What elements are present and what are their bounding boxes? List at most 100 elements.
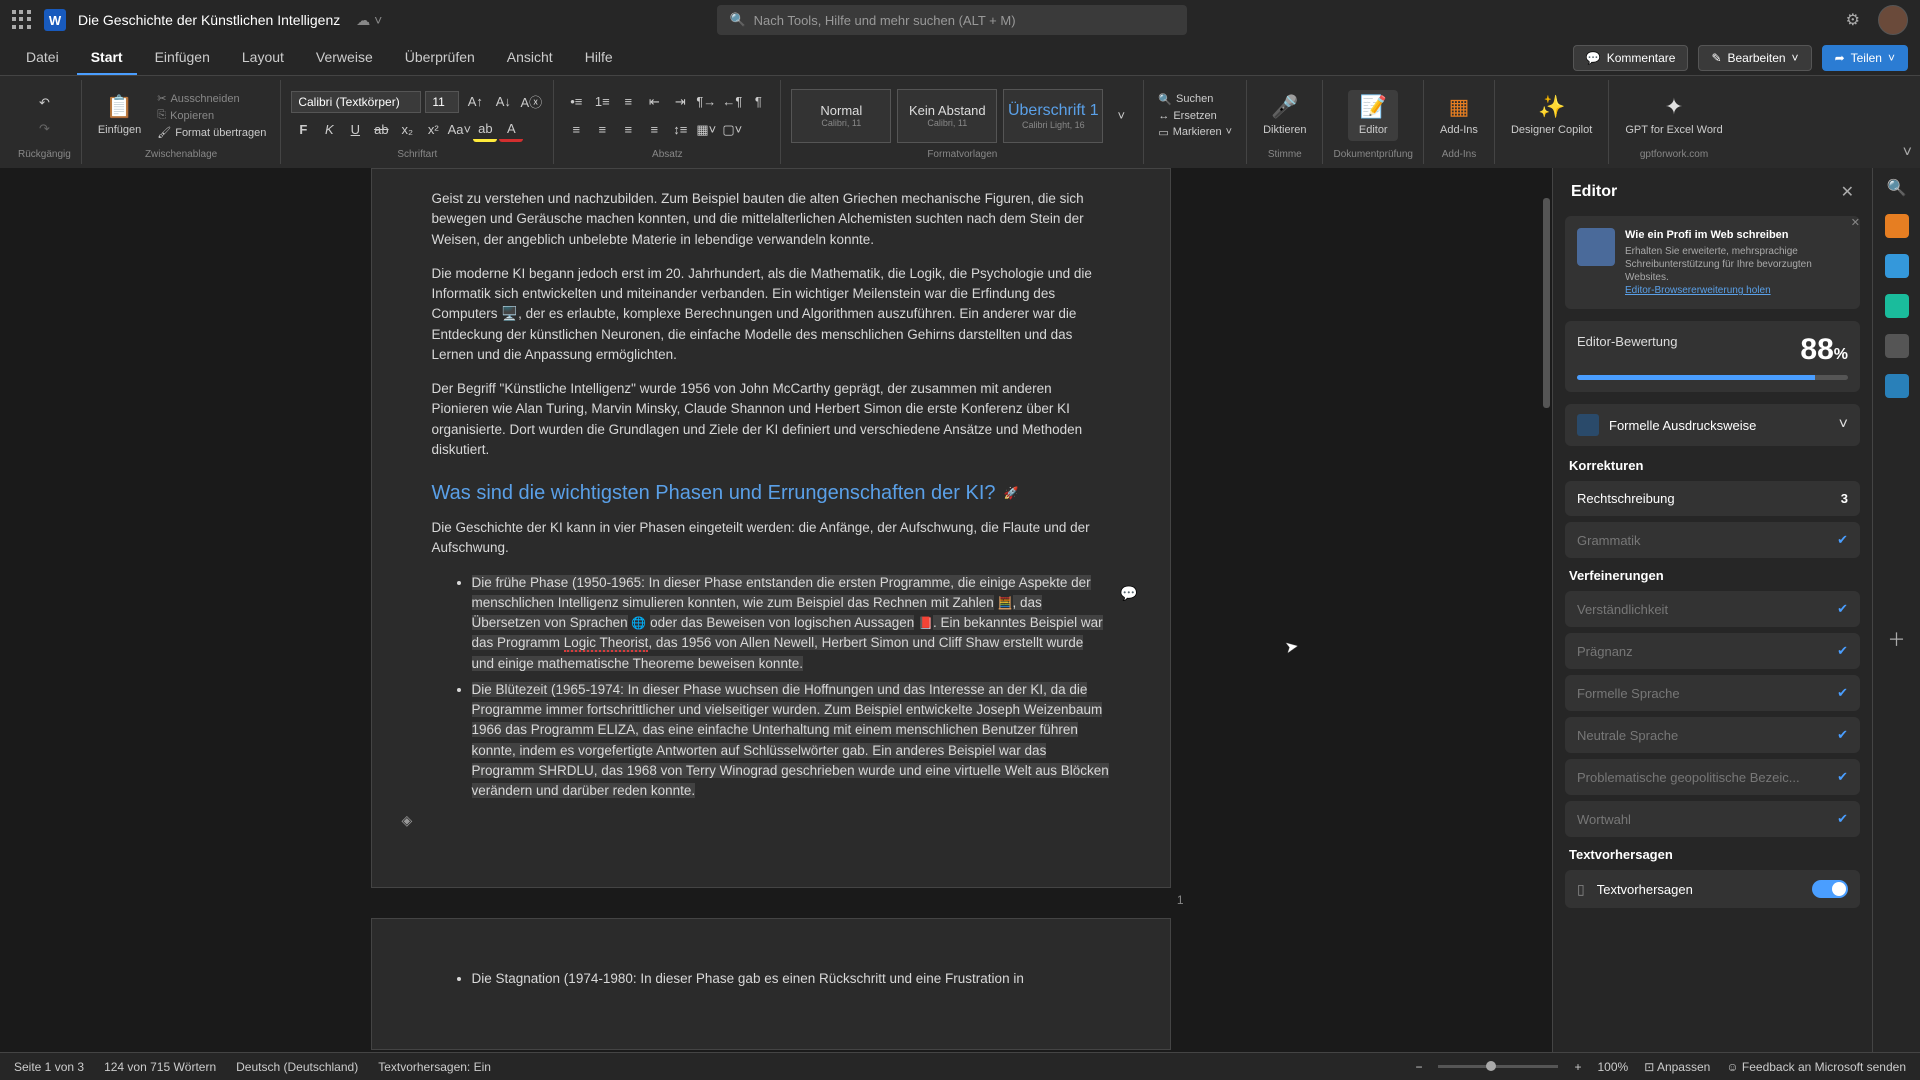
increase-font-button[interactable]: A↑ — [463, 90, 487, 114]
rail-app-3[interactable] — [1885, 294, 1909, 318]
redo-button[interactable]: ↷ — [32, 117, 56, 141]
list-item[interactable]: Die Blütezeit (1965-1974: In dieser Phas… — [472, 680, 1110, 802]
promo-link[interactable]: Editor-Browsererweiterung holen — [1625, 285, 1771, 296]
shading-button[interactable]: ▦˅ — [694, 118, 718, 142]
strike-button[interactable]: ab — [369, 118, 393, 142]
tab-einfuegen[interactable]: Einfügen — [141, 41, 224, 75]
justify-button[interactable]: ≡ — [642, 118, 666, 142]
font-size-combo[interactable]: 11 — [425, 91, 459, 113]
replace-button[interactable]: ↔ Ersetzen — [1154, 109, 1220, 123]
list-item[interactable]: Die Stagnation (1974-1980: In dieser Pha… — [472, 969, 1110, 989]
copilot-indicator-icon[interactable]: ◈ — [402, 810, 413, 831]
tab-layout[interactable]: Layout — [228, 41, 298, 75]
zoom-in-button[interactable]: + — [1574, 1060, 1581, 1074]
list-item[interactable]: Die frühe Phase (1950-1965: In dieser Ph… — [472, 573, 1110, 674]
status-words[interactable]: 124 von 715 Wörtern — [104, 1060, 216, 1074]
rail-app-5[interactable] — [1885, 374, 1909, 398]
tab-ansicht[interactable]: Ansicht — [493, 41, 567, 75]
status-predictions[interactable]: Textvorhersagen: Ein — [378, 1060, 491, 1074]
edit-mode-button[interactable]: ✎ Bearbeiten ˅ — [1698, 45, 1811, 71]
clear-format-button[interactable]: Aⓧ — [519, 90, 543, 114]
settings-icon[interactable]: ⚙ — [1846, 10, 1860, 30]
undo-button[interactable]: ↶ — [32, 91, 56, 115]
bold-button[interactable]: F — [291, 118, 315, 142]
refinement-clarity[interactable]: Verständlichkeit✔ — [1565, 591, 1860, 627]
change-case-button[interactable]: Aa˅ — [447, 118, 471, 142]
tab-verweise[interactable]: Verweise — [302, 41, 387, 75]
zoom-slider[interactable] — [1438, 1065, 1558, 1068]
heading-phases[interactable]: Was sind die wichtigsten Phasen und Erru… — [432, 478, 1110, 508]
select-button[interactable]: ▭ Markieren ˅ — [1154, 125, 1236, 140]
dictate-button[interactable]: 🎤 Diktieren — [1257, 90, 1312, 140]
indent-button[interactable]: ⇥ — [668, 90, 692, 114]
tab-start[interactable]: Start — [77, 41, 137, 75]
vertical-scrollbar[interactable] — [1541, 168, 1552, 1052]
highlight-button[interactable]: ab — [473, 118, 497, 142]
rtl-button[interactable]: ←¶ — [720, 90, 744, 114]
rail-search-icon[interactable]: 🔍 — [1887, 178, 1907, 198]
refinement-concise[interactable]: Prägnanz✔ — [1565, 633, 1860, 669]
rail-app-2[interactable] — [1885, 254, 1909, 278]
comment-indicator-icon[interactable]: 💬 — [1120, 583, 1137, 604]
refinement-geopolitical[interactable]: Problematische geopolitische Bezeic...✔ — [1565, 759, 1860, 795]
status-page[interactable]: Seite 1 von 3 — [14, 1060, 84, 1074]
document-title[interactable]: Die Geschichte der Künstlichen Intellige… — [78, 12, 340, 28]
editor-button[interactable]: 📝 Editor — [1348, 90, 1398, 140]
gpt-button[interactable]: ✦ GPT for Excel Word — [1619, 90, 1728, 140]
rail-app-1[interactable] — [1885, 214, 1909, 238]
profile-avatar[interactable] — [1878, 5, 1908, 35]
styles-more-button[interactable]: ˅ — [1109, 104, 1133, 128]
search-input[interactable]: 🔍 Nach Tools, Hilfe und mehr suchen (ALT… — [717, 5, 1187, 35]
align-right-button[interactable]: ≡ — [616, 118, 640, 142]
numbering-button[interactable]: 1≡ — [590, 90, 614, 114]
spelling-row[interactable]: Rechtschreibung 3 — [1565, 481, 1860, 516]
rail-add-icon[interactable]: ＋ — [1888, 626, 1906, 652]
designer-button[interactable]: ✨ Designer Copilot — [1505, 90, 1598, 140]
italic-button[interactable]: K — [317, 118, 341, 142]
font-name-combo[interactable]: Calibri (Textkörper) — [291, 91, 421, 113]
cloud-saved-icon[interactable]: ☁ ˅ — [356, 12, 382, 29]
font-color-button[interactable]: A — [499, 118, 523, 142]
refinement-wordchoice[interactable]: Wortwahl✔ — [1565, 801, 1860, 837]
superscript-button[interactable]: x² — [421, 118, 445, 142]
dismiss-promo-button[interactable]: ✕ — [1851, 216, 1860, 229]
writing-style-select[interactable]: Formelle Ausdrucksweise ˅ — [1565, 404, 1860, 446]
borders-button[interactable]: ▢˅ — [720, 118, 744, 142]
scrollbar-thumb[interactable] — [1543, 198, 1550, 408]
line-spacing-button[interactable]: ↕≡ — [668, 118, 692, 142]
outdent-button[interactable]: ⇤ — [642, 90, 666, 114]
text-predictions-toggle[interactable] — [1812, 880, 1848, 898]
share-button[interactable]: ➦ Teilen ˅ — [1822, 45, 1908, 71]
zoom-out-button[interactable]: − — [1415, 1060, 1422, 1074]
status-language[interactable]: Deutsch (Deutschland) — [236, 1060, 358, 1074]
find-button[interactable]: 🔍 Suchen — [1154, 92, 1217, 107]
ribbon-collapse-button[interactable]: ˅ — [1903, 144, 1912, 162]
fit-button[interactable]: ⊡ Anpassen — [1644, 1060, 1710, 1074]
refinement-formal[interactable]: Formelle Sprache✔ — [1565, 675, 1860, 711]
refinement-neutral[interactable]: Neutrale Sprache✔ — [1565, 717, 1860, 753]
tab-hilfe[interactable]: Hilfe — [571, 41, 627, 75]
copy-button[interactable]: ⎘ Kopieren — [153, 108, 218, 123]
body-text[interactable]: Der Begriff "Künstliche Intelligenz" wur… — [432, 379, 1110, 460]
ltr-button[interactable]: ¶→ — [694, 90, 718, 114]
body-text[interactable]: Die moderne KI begann jedoch erst im 20.… — [432, 264, 1110, 365]
style-heading1[interactable]: Überschrift 1 Calibri Light, 16 — [1003, 89, 1103, 143]
underline-button[interactable]: U — [343, 118, 367, 142]
grammar-row[interactable]: Grammatik ✔ — [1565, 522, 1860, 558]
editor-score-card[interactable]: Editor-Bewertung 88% — [1565, 321, 1860, 392]
comments-button[interactable]: 💬 Kommentare — [1573, 45, 1689, 71]
style-no-spacing[interactable]: Kein Abstand Calibri, 11 — [897, 89, 997, 143]
cut-button[interactable]: ✂ Ausschneiden — [153, 91, 243, 106]
style-normal[interactable]: Normal Calibri, 11 — [791, 89, 891, 143]
zoom-value[interactable]: 100% — [1598, 1060, 1629, 1074]
show-marks-button[interactable]: ¶ — [746, 90, 770, 114]
bullets-button[interactable]: •≡ — [564, 90, 588, 114]
document-canvas[interactable]: Geist zu verstehen und nachzubilden. Zum… — [0, 168, 1541, 1052]
paste-button[interactable]: 📋 Einfügen — [92, 90, 147, 140]
addins-button[interactable]: ▦ Add-Ins — [1434, 90, 1484, 140]
align-center-button[interactable]: ≡ — [590, 118, 614, 142]
app-launcher[interactable] — [12, 10, 32, 30]
page-2[interactable]: Die Stagnation (1974-1980: In dieser Pha… — [371, 918, 1171, 1050]
body-text[interactable]: Die Geschichte der KI kann in vier Phase… — [432, 518, 1110, 559]
close-icon[interactable]: ✕ — [1841, 182, 1854, 202]
